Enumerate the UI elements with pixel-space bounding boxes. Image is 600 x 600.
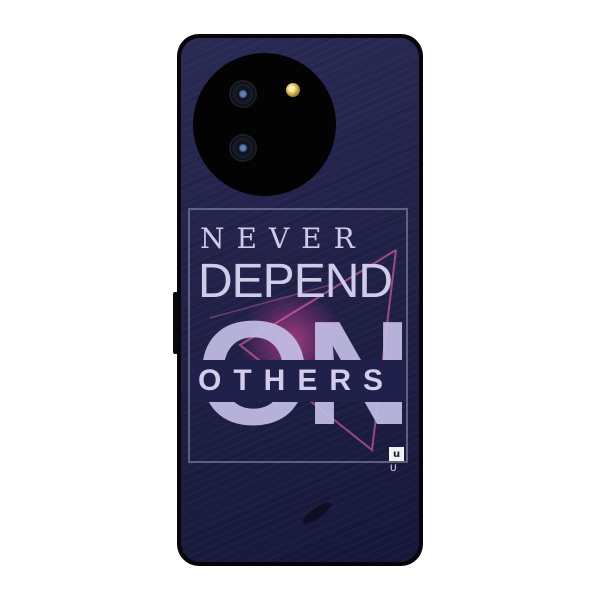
camera-lens-icon [231, 82, 255, 106]
camera-module [193, 53, 336, 196]
headline-never: NEVER [200, 222, 367, 255]
headline-others: OTHERS [198, 364, 396, 397]
camera-lens-icon [231, 136, 255, 160]
brand-logo: u [389, 447, 404, 461]
flash-icon [286, 83, 300, 97]
brand-logo-sub: U [390, 464, 397, 474]
